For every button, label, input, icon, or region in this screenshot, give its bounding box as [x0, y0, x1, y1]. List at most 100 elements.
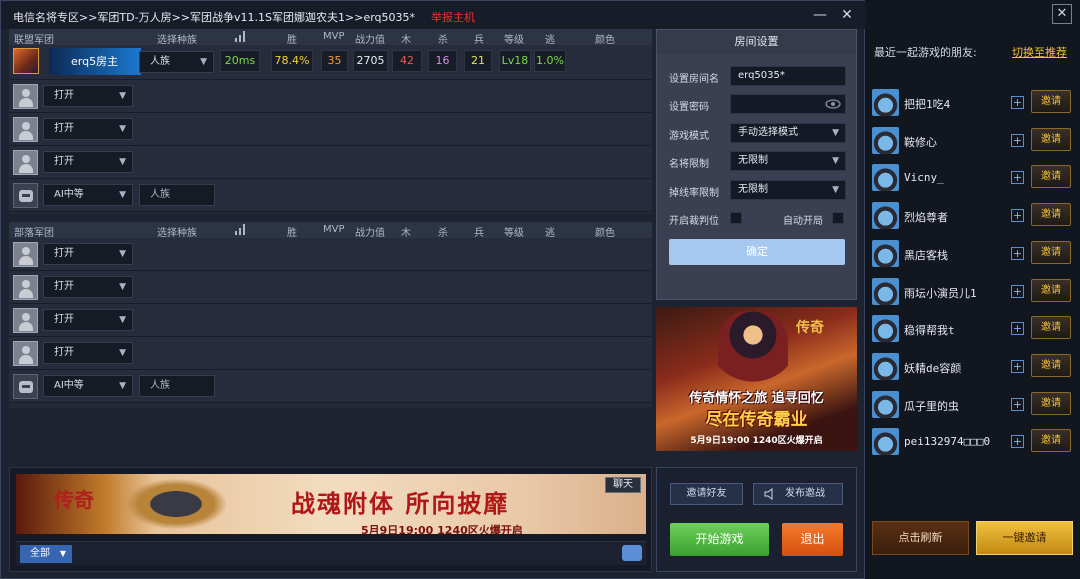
chevron-down-icon: ▼	[832, 128, 839, 138]
broadcast-button[interactable]: 发布邀战	[753, 483, 843, 505]
robot-icon	[13, 374, 38, 399]
switch-recommend-link[interactable]: 切换至推荐	[1012, 44, 1067, 60]
stat-mvp: 35	[321, 50, 348, 72]
chevron-down-icon: ▼	[119, 282, 126, 292]
add-friend-icon[interactable]: +	[1011, 209, 1024, 222]
report-host-link[interactable]: 举报主机	[431, 9, 475, 25]
referee-checkbox[interactable]	[730, 212, 742, 224]
ad-line2: 尽在传奇霸业	[705, 410, 808, 430]
slot-select[interactable]: 打开 ▼	[43, 85, 133, 107]
add-friend-icon[interactable]: +	[1011, 322, 1024, 335]
alliance-team-panel: 联盟军团 选择种族 胜 MVP 战力值 木 杀 兵 等级 逃 颜色 erq5房主…	[9, 29, 652, 214]
game-mode-select[interactable]: 手动选择模式 ▼	[730, 123, 846, 143]
invite-button[interactable]: 邀请	[1031, 354, 1071, 377]
col-race: 选择种族	[157, 228, 197, 239]
ad-logo: 传奇	[796, 320, 824, 336]
invite-friends-button[interactable]: 邀请好友	[670, 483, 743, 505]
friend-row: 把把1吃4 + 邀请	[872, 87, 1076, 119]
add-friend-icon[interactable]: +	[1011, 398, 1024, 411]
invite-button[interactable]: 邀请	[1031, 392, 1071, 415]
invite-all-button[interactable]: 一键邀请	[976, 521, 1073, 555]
chevron-down-icon: ▼	[119, 157, 126, 167]
add-friend-icon[interactable]: +	[1011, 435, 1024, 448]
col-wood: 木	[401, 228, 411, 239]
slot-select-value: 打开	[54, 281, 74, 292]
player-row-host[interactable]: erq5房主 人族 ▼ 20ms 78.4% 35 2705 42 16 21 …	[9, 45, 652, 80]
minimize-button[interactable]: —	[809, 5, 831, 25]
player-slot: 打开 ▼	[9, 271, 652, 304]
password-input[interactable]	[730, 94, 846, 114]
room-name-label: 设置房间名	[669, 74, 719, 85]
player-slot: 打开 ▼	[9, 113, 652, 146]
player-slot: 打开 ▼	[9, 238, 652, 271]
player-slot: 打开 ▼	[9, 80, 652, 113]
friend-avatar	[872, 428, 899, 455]
add-friend-icon[interactable]: +	[1011, 171, 1024, 184]
race-select[interactable]: 人族 ▼	[139, 51, 214, 73]
friend-row: 黑店客栈 + 邀请	[872, 238, 1076, 270]
invite-button[interactable]: 邀请	[1031, 203, 1071, 226]
chat-area: 传奇 战魂附体 所向披靡 5月9日19:00 1240区火爆开启 聊天 全部 ▼	[9, 467, 652, 572]
slot-select[interactable]: 打开 ▼	[43, 309, 133, 331]
invite-button[interactable]: 邀请	[1031, 128, 1071, 151]
ad-banner-bottom[interactable]: 传奇 战魂附体 所向披靡 5月9日19:00 1240区火爆开启	[16, 474, 646, 534]
drop-rate-select[interactable]: 无限制 ▼	[730, 180, 846, 200]
invite-button[interactable]: 邀请	[1031, 429, 1071, 452]
col-win: 胜	[287, 35, 297, 46]
invite-button[interactable]: 邀请	[1031, 165, 1071, 188]
friend-row: Vicny_ + 邀请	[872, 162, 1076, 194]
chat-scope-select[interactable]: 全部 ▼	[20, 545, 72, 563]
sidebar-close-button[interactable]: ✕	[1052, 4, 1072, 24]
invite-button[interactable]: 邀请	[1031, 90, 1071, 113]
exit-button[interactable]: 退出	[782, 523, 843, 556]
add-friend-icon[interactable]: +	[1011, 247, 1024, 260]
ai-race: 人族	[139, 375, 215, 397]
slot-select[interactable]: 打开 ▼	[43, 118, 133, 140]
col-color: 颜色	[595, 35, 615, 46]
slot-select[interactable]: 打开 ▼	[43, 342, 133, 364]
chevron-down-icon: ▼	[119, 249, 126, 259]
confirm-button[interactable]: 确定	[669, 239, 845, 265]
chevron-down-icon: ▼	[119, 124, 126, 134]
friend-row: 鞍修心 + 邀请	[872, 125, 1076, 157]
ad-banner-right[interactable]: 传奇 传奇情怀之旅 追寻回忆 尽在传奇霸业 5月9日19:00 1240区火爆开…	[656, 307, 857, 451]
chat-tab[interactable]: 聊天	[605, 477, 641, 493]
ai-slot: AI中等 ▼ 人族	[9, 370, 652, 403]
slot-select[interactable]: 打开 ▼	[43, 151, 133, 173]
slot-select-value: 打开	[54, 314, 74, 325]
team-name: 部落军团	[14, 228, 54, 239]
invite-button[interactable]: 邀请	[1031, 316, 1071, 339]
add-friend-icon[interactable]: +	[1011, 96, 1024, 109]
ai-level-select[interactable]: AI中等 ▼	[43, 375, 133, 397]
friend-name: 妖精de容颜	[904, 362, 962, 375]
signal-icon	[235, 223, 247, 238]
friend-avatar	[872, 127, 899, 154]
autostart-checkbox[interactable]	[832, 212, 844, 224]
add-friend-icon[interactable]: +	[1011, 134, 1024, 147]
add-friend-icon[interactable]: +	[1011, 360, 1024, 373]
friend-avatar	[872, 315, 899, 342]
refresh-button[interactable]: 点击刷新	[872, 521, 969, 555]
chat-bubble-icon[interactable]	[622, 545, 642, 561]
col-soldier: 兵	[474, 35, 484, 46]
ai-level-select[interactable]: AI中等 ▼	[43, 184, 133, 206]
eye-icon[interactable]	[825, 95, 841, 120]
add-friend-icon[interactable]: +	[1011, 285, 1024, 298]
room-name-input[interactable]: erq5035*	[730, 66, 846, 86]
general-limit-select[interactable]: 无限制 ▼	[730, 151, 846, 171]
general-limit-label: 名将限制	[669, 159, 709, 170]
slot-select[interactable]: 打开 ▼	[43, 243, 133, 265]
start-game-button[interactable]: 开始游戏	[670, 523, 769, 556]
chevron-down-icon: ▼	[832, 156, 839, 166]
ad-logo: 传奇	[54, 488, 94, 512]
ad-line1: 传奇情怀之旅 追寻回忆	[689, 391, 824, 406]
col-wood: 木	[401, 35, 411, 46]
friend-avatar	[872, 164, 899, 191]
slot-select[interactable]: 打开 ▼	[43, 276, 133, 298]
chat-input-bar[interactable]: 全部 ▼	[16, 541, 646, 565]
close-button[interactable]: ✕	[836, 5, 858, 25]
invite-button[interactable]: 邀请	[1031, 279, 1071, 302]
friend-name: 雨坛小演员儿1	[904, 287, 977, 300]
invite-button[interactable]: 邀请	[1031, 241, 1071, 264]
col-soldier: 兵	[474, 228, 484, 239]
